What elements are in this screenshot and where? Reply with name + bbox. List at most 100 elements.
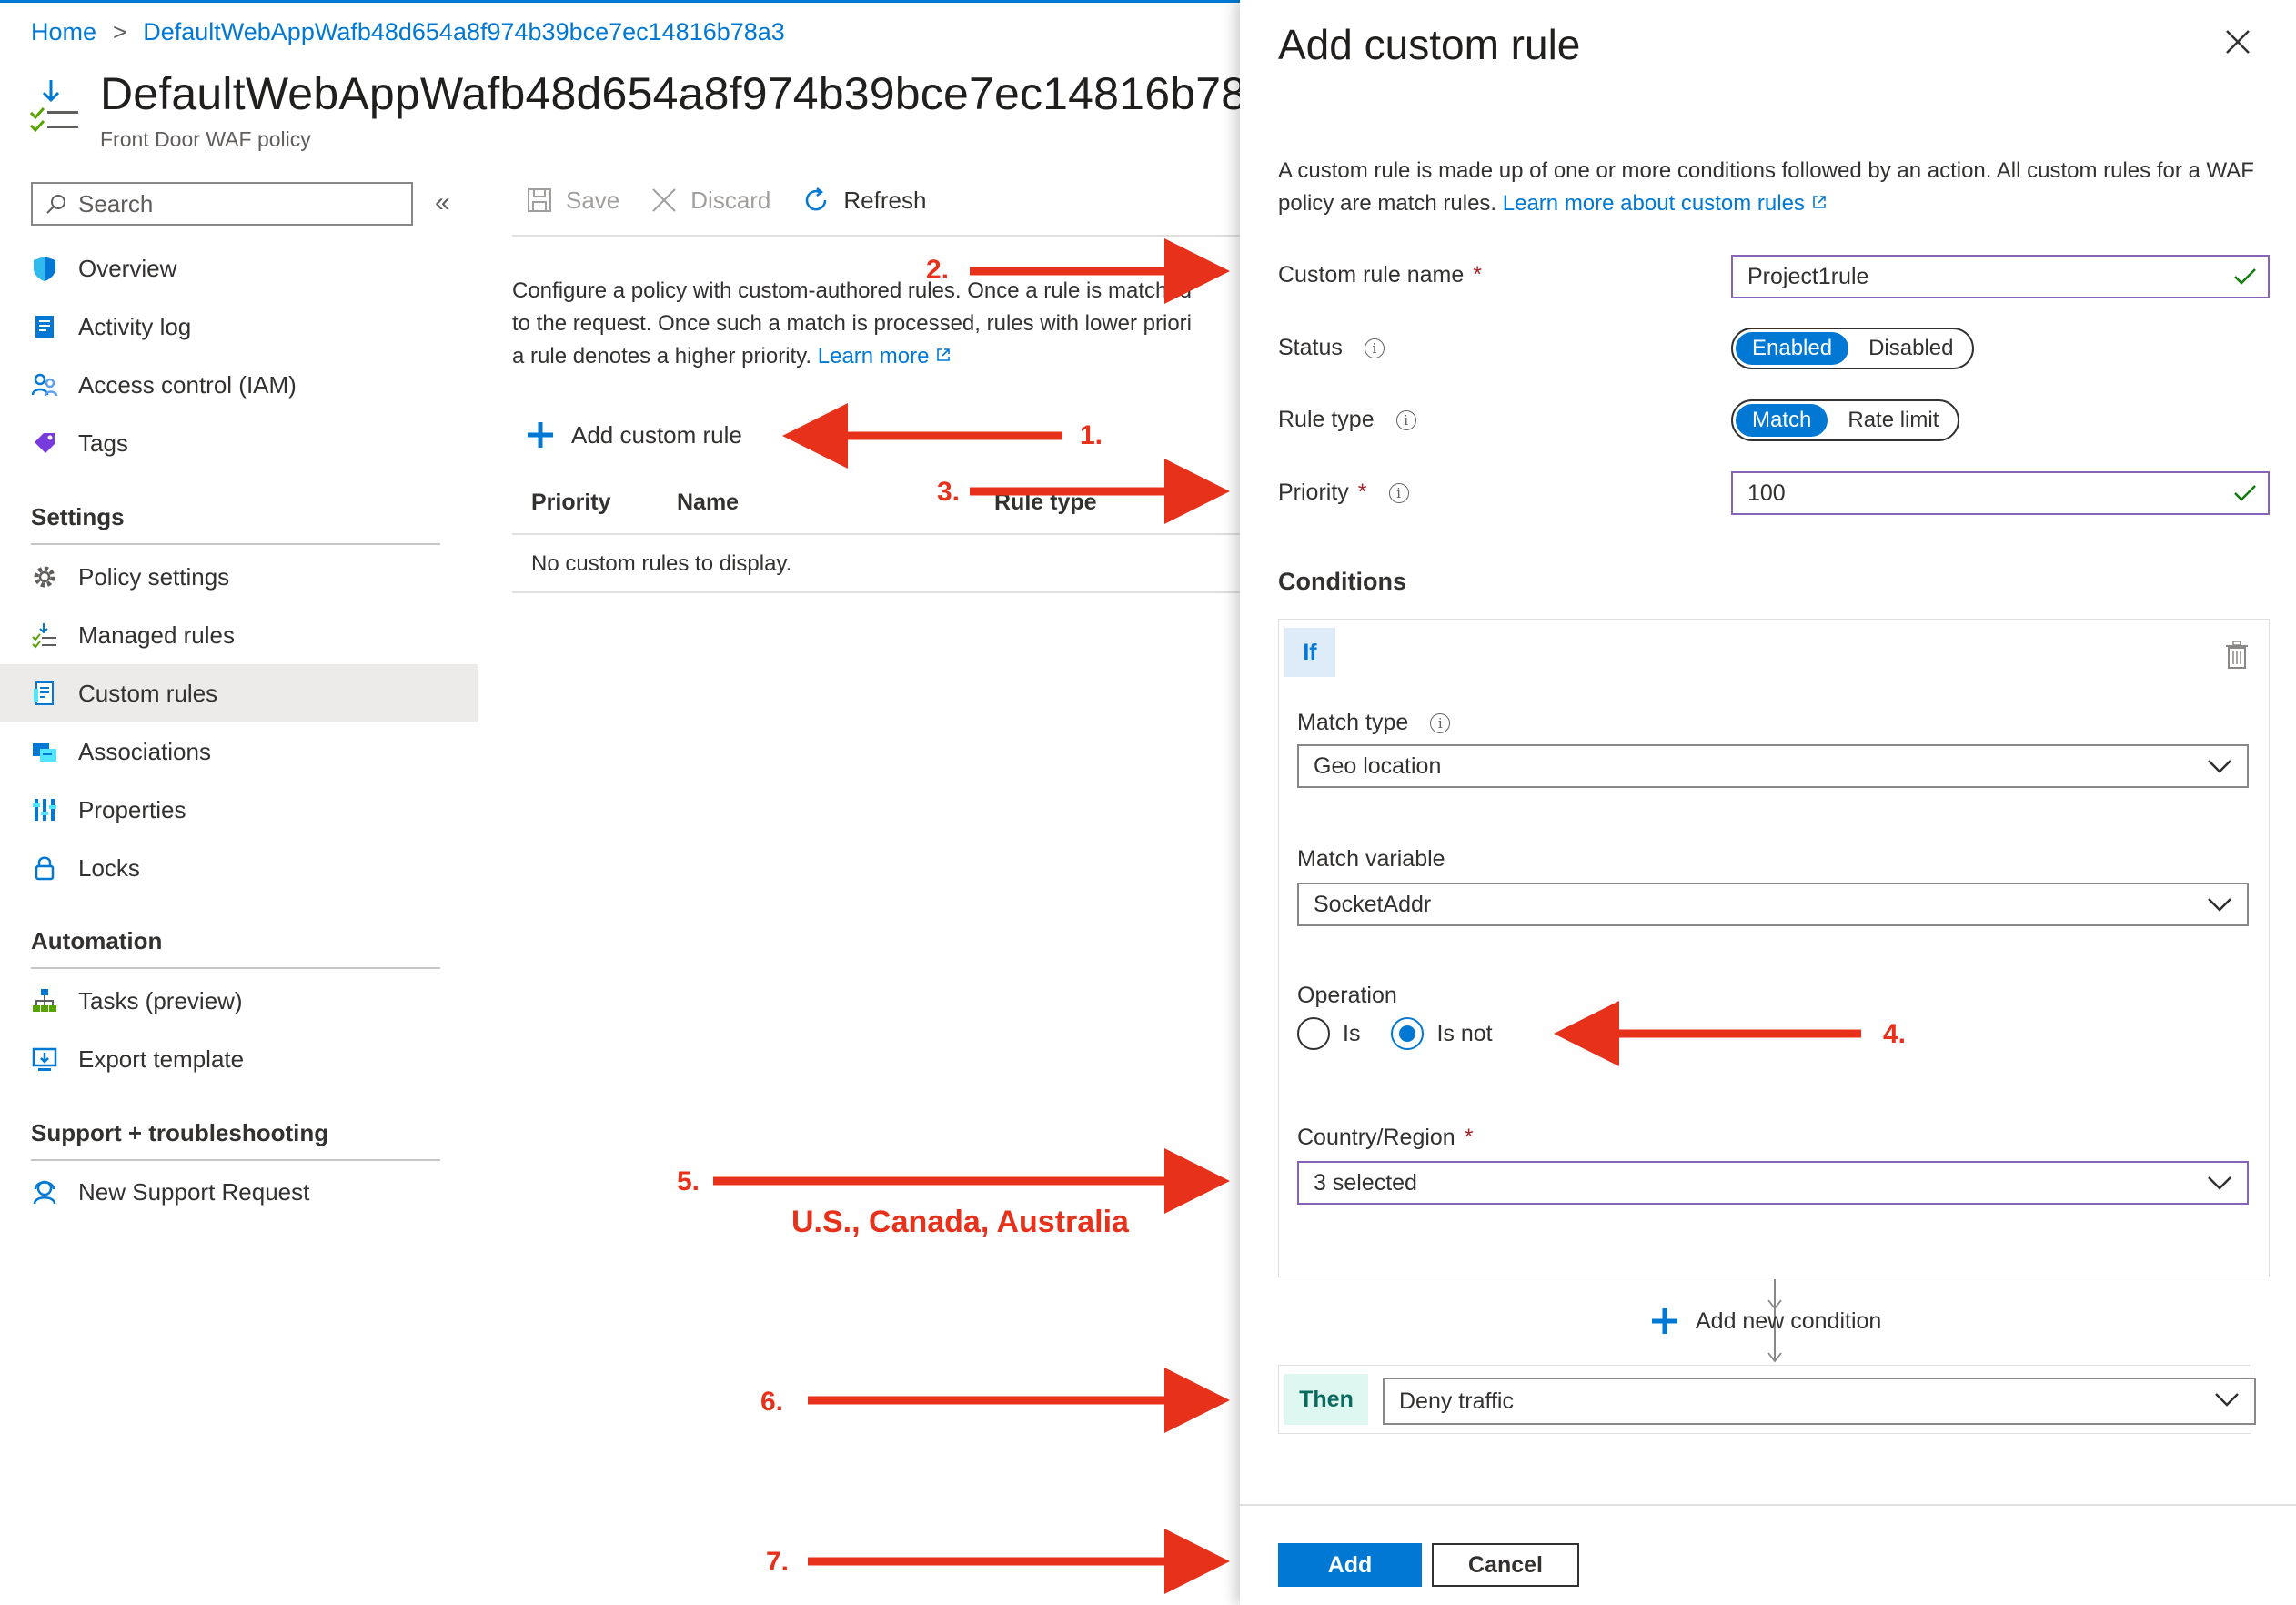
- match-variable-label-text: Match variable: [1297, 846, 1445, 872]
- breadcrumb: Home > DefaultWebAppWafb48d654a8f974b39b…: [31, 18, 785, 46]
- info-icon[interactable]: i: [1430, 712, 1451, 733]
- sidebar-item-associations[interactable]: Associations: [0, 722, 478, 781]
- learn-more-link[interactable]: Learn more: [818, 344, 930, 368]
- collapse-sidebar-button[interactable]: «: [435, 187, 450, 218]
- chevron-down-icon: [2208, 1176, 2231, 1190]
- arrow-down-icon: [1767, 1352, 1782, 1363]
- rule-type-toggle: Match Rate limit: [1731, 399, 1960, 441]
- sidebar-search-input[interactable]: Search: [31, 182, 413, 226]
- refresh-label: Refresh: [843, 186, 927, 214]
- priority-value: 100: [1747, 479, 1786, 506]
- plus-icon: [1652, 1308, 1677, 1334]
- priority-input[interactable]: 100: [1731, 471, 2270, 515]
- add-custom-rule-button[interactable]: Add custom rule: [526, 420, 742, 449]
- sidebar-item-tasks[interactable]: Tasks (preview): [0, 972, 478, 1030]
- column-header-priority[interactable]: Priority: [531, 490, 611, 516]
- sidebar-item-label: Tasks (preview): [78, 986, 243, 1014]
- operation-is-radio[interactable]: [1297, 1017, 1330, 1050]
- status-option-disabled[interactable]: Disabled: [1852, 332, 1969, 365]
- sidebar-item-label: New Support Request: [78, 1177, 310, 1206]
- sidebar-item-managed-rules[interactable]: Managed rules: [0, 606, 478, 664]
- checkmark-icon: [2234, 485, 2256, 501]
- if-tag: If: [1284, 628, 1335, 677]
- custom-rule-name-input[interactable]: Project1rule: [1731, 255, 2270, 298]
- sidebar-item-new-support-request[interactable]: New Support Request: [0, 1163, 478, 1221]
- info-icon[interactable]: i: [1395, 409, 1416, 430]
- priority-label-text: Priority: [1278, 479, 1349, 505]
- add-button[interactable]: Add: [1278, 1543, 1422, 1587]
- description-line: Configure a policy with custom-authored …: [512, 278, 1193, 303]
- match-variable-value: SocketAddr: [1314, 891, 1432, 917]
- conditions-heading: Conditions: [1278, 568, 1406, 595]
- learn-more-custom-rules-link[interactable]: Learn more about custom rules: [1503, 191, 1805, 216]
- panel-description: A custom rule is made up of one or more …: [1278, 155, 2270, 220]
- required-asterisk: *: [1357, 479, 1367, 505]
- discard-button[interactable]: Discard: [650, 187, 770, 215]
- sidebar-item-locks[interactable]: Locks: [0, 839, 478, 897]
- managed-rules-icon: [32, 623, 56, 649]
- description-last-line: a rule denotes a higher priority. Learn …: [512, 340, 1249, 373]
- info-icon[interactable]: i: [1364, 338, 1385, 358]
- cancel-button[interactable]: Cancel: [1432, 1543, 1579, 1587]
- annotation-step-6: 6.: [760, 1387, 784, 1417]
- breadcrumb-resource-link[interactable]: DefaultWebAppWafb48d654a8f974b39bce7ec14…: [143, 18, 785, 46]
- shield-icon: [34, 257, 55, 281]
- info-icon[interactable]: i: [1388, 482, 1409, 503]
- save-button[interactable]: Save: [526, 187, 619, 215]
- add-new-condition-button[interactable]: Add new condition: [1650, 1307, 1881, 1336]
- annotation-step-5: 5.: [677, 1166, 700, 1196]
- column-header-rule-type[interactable]: Rule type: [994, 490, 1097, 516]
- sidebar-item-label: Export template: [78, 1045, 245, 1073]
- save-icon: [528, 188, 551, 212]
- close-icon[interactable]: [2223, 27, 2252, 56]
- operation-is-not-radio[interactable]: [1391, 1017, 1425, 1050]
- sidebar-item-activity-log[interactable]: Activity log: [0, 298, 478, 356]
- chevron-down-icon: [2208, 760, 2231, 773]
- properties-icon: [33, 799, 56, 821]
- sidebar-item-policy-settings[interactable]: Policy settings: [0, 548, 478, 606]
- refresh-button[interactable]: Refresh: [801, 186, 926, 215]
- match-type-value: Geo location: [1314, 752, 1442, 779]
- save-label: Save: [566, 186, 620, 214]
- custom-rule-name-label: Custom rule name *: [1278, 262, 1482, 288]
- sidebar-item-tags[interactable]: Tags: [0, 414, 478, 472]
- match-variable-label: Match variable: [1297, 846, 1445, 873]
- sidebar-item-properties[interactable]: Properties: [0, 781, 478, 839]
- sidebar-section-settings: Settings: [31, 503, 125, 530]
- breadcrumb-separator: >: [113, 18, 127, 45]
- sidebar-item-overview[interactable]: Overview: [0, 239, 478, 298]
- sidebar-item-access-control[interactable]: Access control (IAM): [0, 356, 478, 414]
- search-icon: [46, 195, 65, 214]
- sidebar-item-label: Associations: [78, 737, 211, 765]
- gear-icon: [34, 566, 55, 588]
- rule-type-label: Rule type i: [1278, 407, 1416, 433]
- trash-icon[interactable]: [2223, 641, 2251, 670]
- tasks-icon: [33, 989, 56, 1012]
- country-region-dropdown[interactable]: 3 selected: [1297, 1161, 2249, 1205]
- breadcrumb-home-link[interactable]: Home: [31, 18, 96, 46]
- discard-icon: [652, 188, 676, 212]
- chevron-down-icon: [2215, 1393, 2239, 1407]
- status-option-enabled[interactable]: Enabled: [1736, 332, 1849, 365]
- match-type-dropdown[interactable]: Geo location: [1297, 744, 2249, 788]
- required-asterisk: *: [1464, 1125, 1474, 1150]
- match-type-label: Match type i: [1297, 710, 1451, 736]
- sidebar-item-export-template[interactable]: Export template: [0, 1030, 478, 1088]
- column-header-name[interactable]: Name: [677, 490, 739, 516]
- rule-type-option-rate-limit[interactable]: Rate limit: [1831, 404, 1955, 437]
- chevron-down-icon: [2208, 898, 2231, 912]
- annotation-step-2: 2.: [926, 255, 950, 285]
- add-custom-rule-label: Add custom rule: [571, 420, 742, 449]
- plus-icon: [528, 422, 553, 448]
- sidebar-item-custom-rules[interactable]: Custom rules: [0, 664, 478, 722]
- rule-type-option-match[interactable]: Match: [1736, 404, 1828, 437]
- panel-title: Add custom rule: [1278, 21, 1581, 68]
- table-bottom-divider: [512, 591, 1240, 593]
- tag-icon: [35, 433, 55, 453]
- external-link-icon: [1812, 196, 1826, 208]
- match-variable-dropdown[interactable]: SocketAddr: [1297, 883, 2249, 926]
- then-action-dropdown[interactable]: Deny traffic: [1383, 1378, 2256, 1425]
- status-toggle: Enabled Disabled: [1731, 328, 1975, 369]
- checkmark-icon: [2234, 268, 2256, 285]
- priority-label: Priority * i: [1278, 479, 1409, 506]
